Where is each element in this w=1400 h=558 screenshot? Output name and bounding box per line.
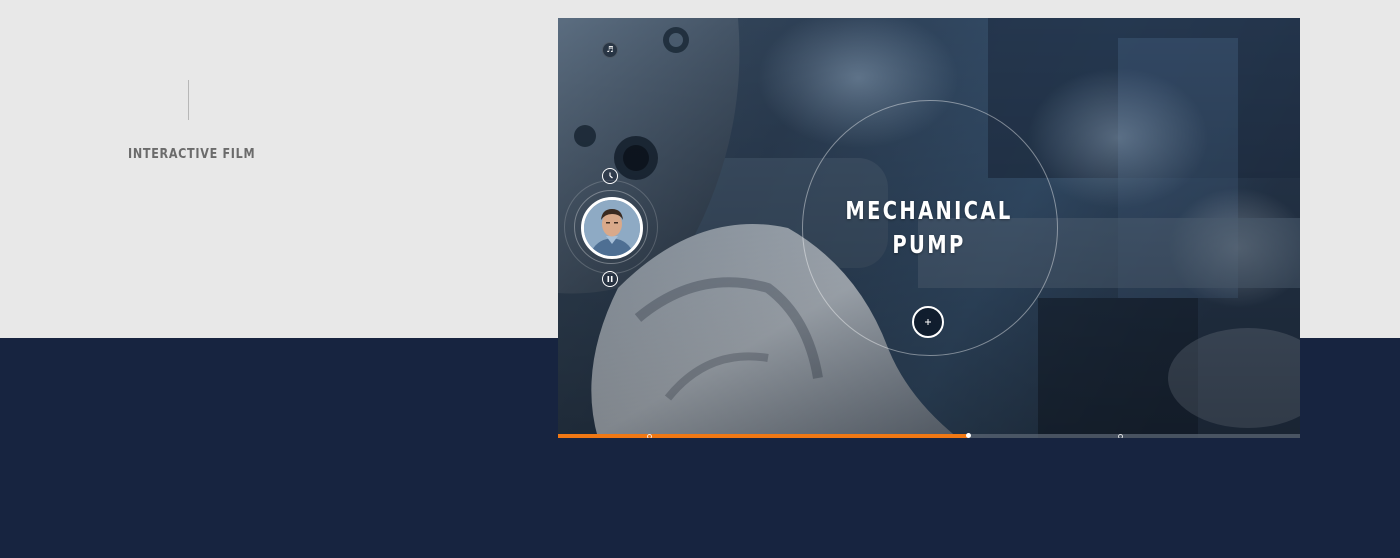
speaker-icon[interactable]: ♬ [602,42,618,58]
section-label: INTERACTIVE FILM [128,147,256,162]
hotspot-title-line-1: MECHANICAL [845,196,1013,225]
video-player[interactable]: ♬ MECHANICAL PUMP [558,18,1300,438]
clock-icon[interactable] [602,168,618,184]
page: INTERACTIVE FILM ♬ MECHANICAL PUMP [0,0,1400,558]
progress-bar[interactable] [558,433,1300,438]
hotspot-title-line-2: PUMP [892,230,966,259]
pause-icon[interactable] [602,271,618,287]
progress-scrubber[interactable] [965,433,971,438]
chapter-marker[interactable] [1117,434,1123,438]
chapter-marker[interactable] [646,434,652,438]
hotspot-title: MECHANICAL PUMP [802,194,1056,262]
label-divider [188,80,189,120]
presenter-avatar[interactable] [581,197,643,259]
progress-fill [558,434,968,438]
plus-icon[interactable] [912,306,944,338]
